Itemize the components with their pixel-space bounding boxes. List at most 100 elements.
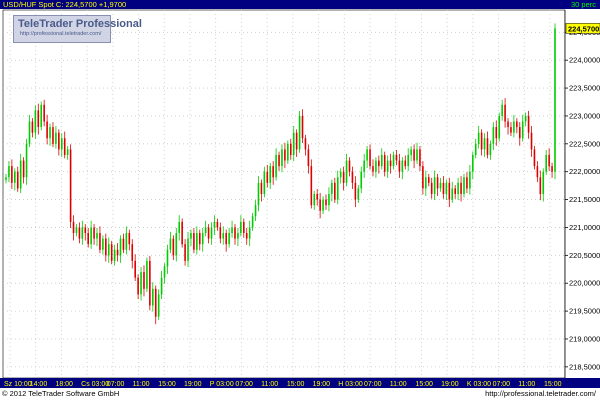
y-tick-label: 218,5000 [569, 362, 600, 371]
candle-body [334, 182, 336, 200]
y-tick-label: 219,5000 [569, 307, 600, 316]
candle-body [433, 177, 436, 194]
candle-body [489, 143, 492, 155]
candle-body [383, 154, 386, 172]
candle-body [219, 227, 222, 239]
candle-body [87, 233, 90, 245]
candle-body [93, 227, 95, 239]
y-axis-bg [565, 10, 600, 378]
candle-body [407, 154, 410, 167]
candle-body [90, 227, 92, 245]
logo-url: http://professional.teletrader.com/ [20, 31, 102, 37]
candle-body [78, 227, 81, 239]
x-tick-label: K 03:00 [467, 381, 491, 388]
candle-body [416, 149, 418, 161]
candle-body [105, 238, 107, 256]
candle-body [360, 171, 363, 189]
candle-body [486, 138, 489, 155]
candle-body [507, 121, 509, 128]
candle-body [146, 260, 148, 289]
candle-body [245, 233, 248, 239]
candle-body [149, 260, 151, 306]
candle-body [445, 182, 448, 194]
candle-body [28, 121, 31, 144]
candle-body [295, 132, 298, 150]
candle-body [46, 121, 48, 139]
candle-body [198, 233, 201, 245]
candle-body [380, 154, 383, 167]
candle-body [222, 233, 225, 239]
x-tick-label: P 03:00 [210, 381, 234, 388]
candle-body [524, 115, 527, 122]
candle-body [49, 127, 51, 139]
candle-body [196, 233, 198, 250]
candle-body [116, 249, 119, 256]
candle-body [163, 266, 166, 278]
x-tick-label: H 03:00 [338, 381, 363, 388]
candle-body [204, 227, 207, 234]
candle-body [52, 127, 54, 144]
candle-body [166, 249, 169, 267]
candle-body [242, 221, 245, 234]
candle-body [422, 166, 424, 189]
candle-body [404, 160, 407, 167]
candle-body [357, 188, 360, 200]
candle-body [213, 221, 216, 228]
candle-body [234, 227, 236, 239]
candle-body [313, 194, 316, 206]
candle-body [372, 166, 374, 172]
x-tick-label: 07:00 [107, 381, 125, 388]
candle-body [392, 154, 395, 167]
candle-body [548, 154, 550, 167]
candle-body [119, 238, 122, 256]
candle-body [278, 154, 280, 167]
x-tick-label: Sz 10:00 [4, 381, 32, 388]
candle-body [542, 171, 545, 194]
candle-body [281, 149, 283, 167]
y-tick-label: 222,0000 [569, 167, 600, 176]
candle-body [272, 166, 274, 178]
x-tick-label: 15:00 [158, 381, 176, 388]
x-tick-label: 15:00 [544, 381, 562, 388]
x-tick-label: 15:00 [415, 381, 433, 388]
candle-body [451, 188, 454, 200]
candle-body [301, 115, 304, 139]
candle-body [536, 166, 539, 178]
candle-body [310, 166, 313, 206]
candle-body [157, 294, 160, 317]
candle-body [172, 238, 175, 256]
candle-body [5, 177, 7, 181]
candle-body [19, 160, 22, 189]
candle-body [386, 160, 389, 172]
x-tick-label: 11:00 [133, 381, 150, 388]
candle-body [410, 149, 412, 155]
footer-url[interactable]: http://professional.teletrader.com/ [485, 389, 596, 398]
y-tick-label: 220,5000 [569, 251, 600, 260]
candle-body [190, 233, 192, 239]
candle-body [72, 221, 75, 234]
candle-body [31, 121, 34, 133]
candle-body [113, 249, 116, 261]
price-chart[interactable]: 218,5000 219,0000 219,5000 220,0000 220,5000… [0, 0, 600, 400]
candle-body [516, 121, 518, 128]
copyright-text: © 2012 TeleTrader Software GmbH [2, 389, 120, 398]
x-tick-label: 11:00 [261, 381, 278, 388]
candle-body [237, 233, 239, 239]
candle-body [14, 171, 16, 183]
candle-body [501, 104, 503, 116]
candle-body [184, 244, 186, 261]
candle-body [210, 227, 213, 239]
candle-body [539, 177, 542, 194]
candle-body [354, 182, 357, 200]
candle-body [66, 149, 69, 155]
candle-body [55, 132, 57, 144]
candle-body [339, 171, 342, 178]
candle-body [369, 149, 371, 167]
candle-body [551, 166, 553, 172]
candle-body [463, 177, 465, 194]
candle-body [436, 177, 439, 189]
candle-body [395, 154, 398, 161]
candle-body [266, 171, 269, 183]
candle-body [289, 143, 292, 155]
candle-body [527, 115, 530, 133]
